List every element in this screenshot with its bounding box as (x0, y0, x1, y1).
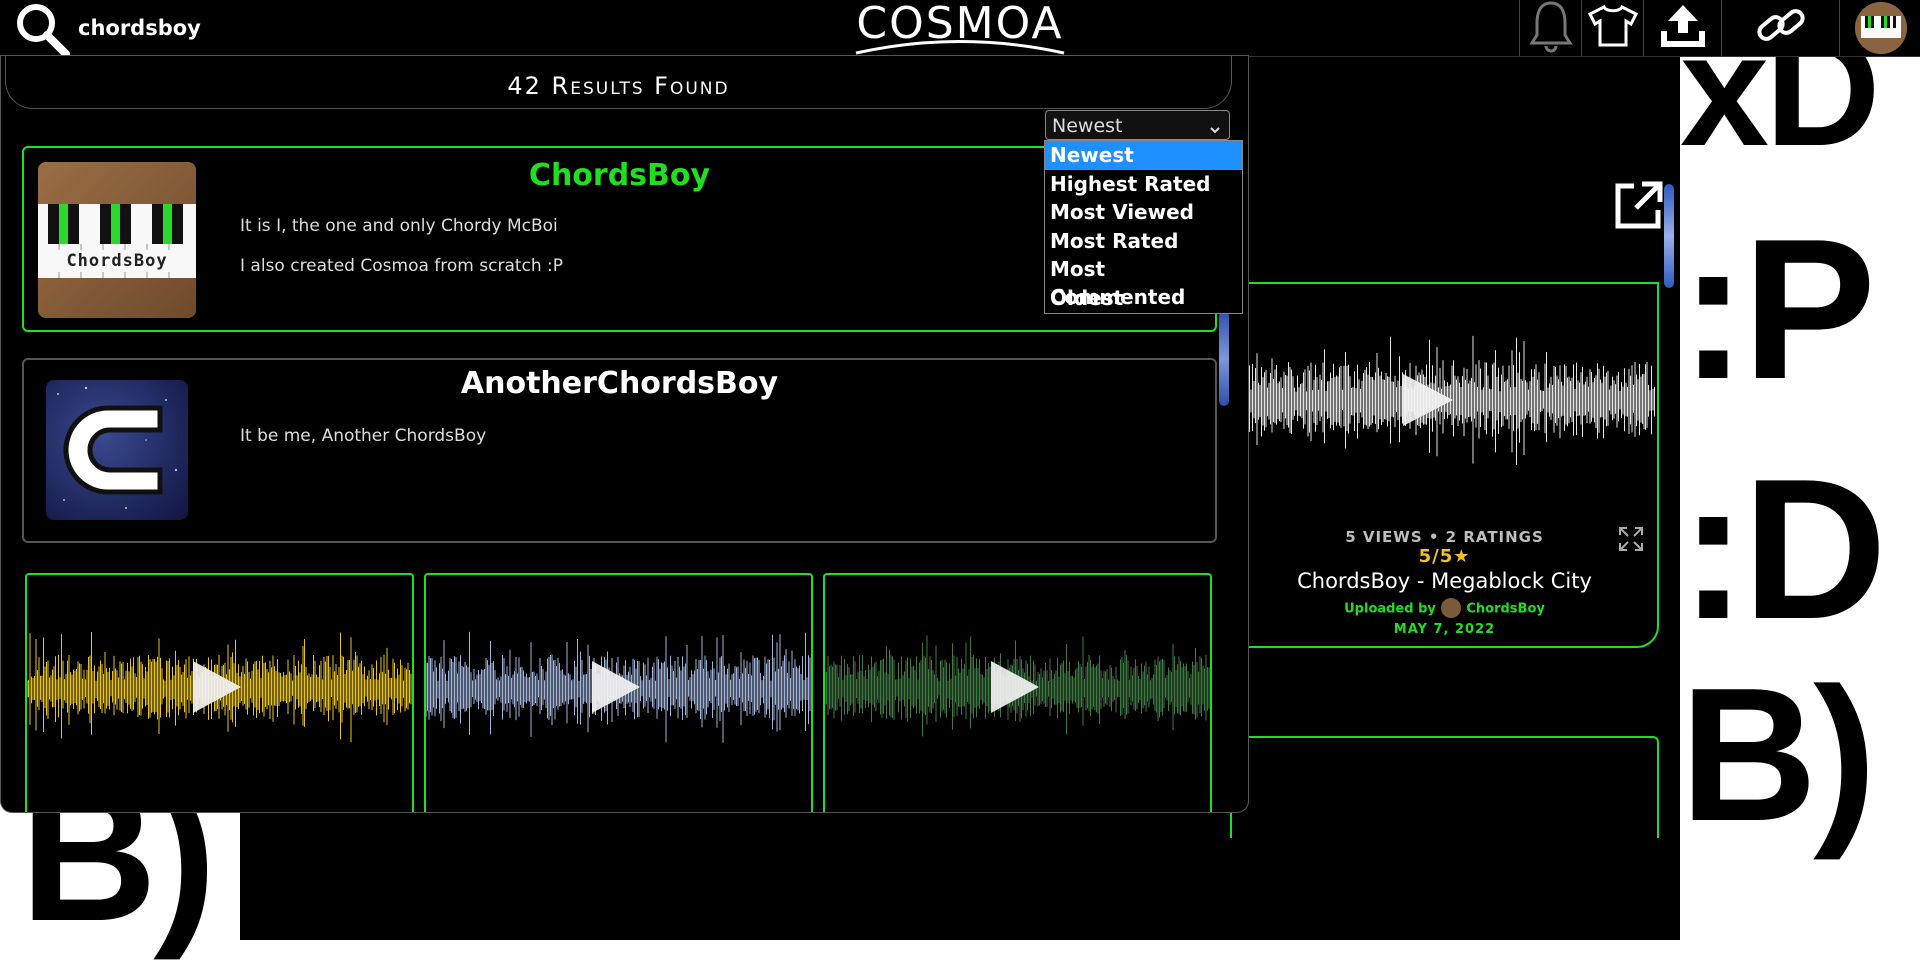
play-icon[interactable] (985, 657, 1043, 721)
doodle-b: B) (1680, 649, 1876, 861)
track-result-card[interactable] (25, 573, 414, 812)
search-input[interactable]: chordsboy (78, 16, 201, 40)
user-bio-line: It is I, the one and only Chordy McBoi (240, 216, 558, 236)
user-avatar[interactable] (46, 380, 188, 520)
sort-select[interactable]: Newest (1045, 110, 1230, 140)
cosmoa-logo[interactable]: COSMOA (850, 0, 1070, 56)
profile-menu-button[interactable] (1839, 0, 1920, 56)
upload-icon (1658, 3, 1708, 53)
play-icon[interactable] (187, 657, 245, 721)
track-result-card[interactable] (823, 573, 1212, 812)
uploader-name[interactable]: ChordsBoy (1466, 602, 1545, 617)
link-icon (1754, 1, 1808, 55)
track-title[interactable]: ChordsBoy - Megablock City (1232, 569, 1657, 593)
sort-selected-value: Newest (1052, 115, 1123, 137)
feed-track-card[interactable]: 5 VIEWS • 2 RATINGS 5/5★ ChordsBoy - Meg… (1230, 282, 1659, 648)
feed-scrollbar[interactable] (1664, 184, 1674, 288)
search-icon[interactable] (14, 2, 72, 58)
feed-track-card-next[interactable] (1230, 736, 1659, 838)
open-external-icon[interactable] (1612, 180, 1664, 236)
sort-option-highest-rated[interactable]: Highest Rated (1045, 170, 1242, 199)
uploader-avatar[interactable] (1441, 598, 1462, 618)
user-name[interactable]: ChordsBoy (24, 158, 1215, 193)
user-bio-line: It be me, Another ChordsBoy (240, 426, 487, 446)
user-bio-line: I also created Cosmoa from scratch :P (240, 256, 564, 276)
avatar-label: ChordsBoy (66, 251, 168, 271)
avatar (1854, 2, 1907, 54)
sort-option-most-rated[interactable]: Most Rated (1045, 227, 1242, 256)
doodle-p: :P (1680, 198, 1876, 421)
bell-icon (1529, 0, 1573, 57)
notifications-button[interactable] (1519, 0, 1582, 56)
user-name[interactable]: AnotherChordsBoy (24, 366, 1215, 401)
upload-button[interactable] (1643, 0, 1722, 56)
merch-button[interactable] (1581, 0, 1644, 56)
results-scrollbar[interactable] (1219, 311, 1229, 406)
doodle-d: :D (1680, 438, 1887, 661)
background-doodles-right: xD :P :D B) (1680, 10, 1920, 861)
track-result-card[interactable] (424, 573, 813, 812)
chevron-down-icon (1209, 119, 1221, 141)
user-result-card[interactable]: AnotherChordsBoy It be me, Another Chord… (22, 358, 1217, 543)
track-uploader-line: Uploaded by ChordsBoy (1232, 598, 1657, 618)
sort-option-newest[interactable]: Newest (1045, 141, 1242, 170)
track-rating: 5/5★ (1418, 546, 1471, 567)
uploaded-by-label: Uploaded by (1344, 601, 1436, 617)
sort-option-most-viewed[interactable]: Most Viewed (1045, 198, 1242, 227)
top-bar: chordsboy COSMOA (0, 0, 1920, 58)
sort-option-most-commented[interactable]: Most Commented (1045, 255, 1242, 309)
search-results-panel: 42 Results Found Newest Newest Highest R… (0, 55, 1249, 813)
sort-dropdown-menu: Newest Highest Rated Most Viewed Most Ra… (1044, 140, 1243, 314)
play-icon[interactable] (586, 657, 644, 721)
share-link-button[interactable] (1721, 0, 1840, 56)
shirt-icon (1586, 4, 1640, 52)
play-icon[interactable] (1397, 370, 1457, 434)
track-date: MAY 7, 2022 (1393, 622, 1496, 637)
results-count-header: 42 Results Found (5, 56, 1232, 109)
user-result-card[interactable]: ChordsBoy ChordsBoy It is I, the one and… (22, 146, 1217, 332)
track-stats: 5 VIEWS • 2 RATINGS (1345, 528, 1544, 546)
